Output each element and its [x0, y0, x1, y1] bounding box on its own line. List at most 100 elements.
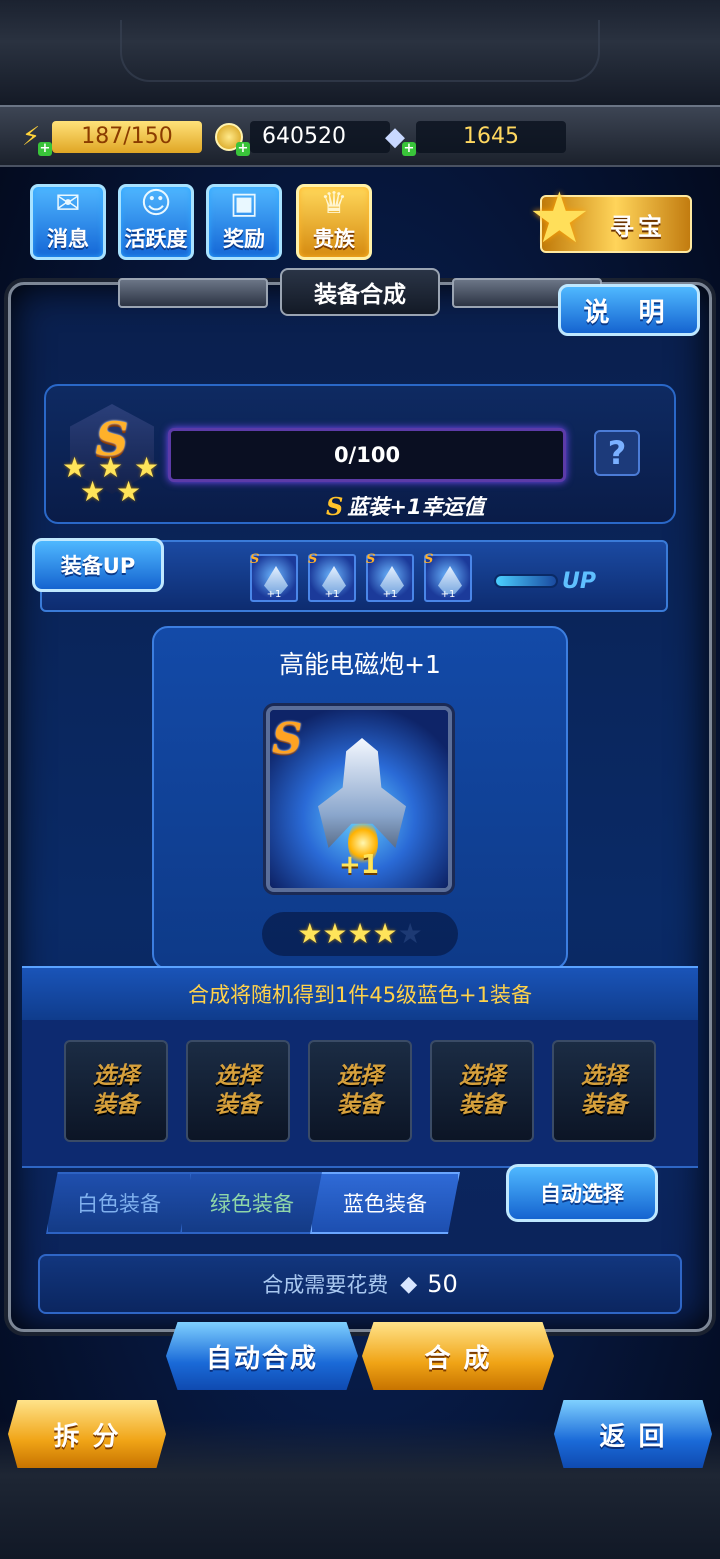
equip-slot[interactable]: 选择 装备 [552, 1040, 656, 1142]
plus-icon: + [236, 141, 250, 156]
equip-slot[interactable]: 选择 装备 [64, 1040, 168, 1142]
slot-label: 选择 [215, 1063, 261, 1089]
star-icon: ★ [347, 917, 373, 950]
equip-up-label: 装备UP [60, 554, 136, 578]
gem-value: 1645 [416, 121, 566, 153]
grade-stars: ★ ★ ★ ★ ★ [60, 452, 164, 508]
item-card[interactable]: S +1 [266, 706, 452, 892]
help-icon: ? [607, 434, 627, 472]
activity-label: 活跃度 [124, 227, 188, 251]
mail-icon: ✉ [55, 186, 81, 221]
activity-button[interactable]: ☺ 活跃度 [118, 184, 194, 260]
equip-up-item[interactable]: S +1 [250, 552, 298, 602]
cost-bar: 合成需要花费 ◆ 50 [38, 1254, 682, 1314]
rewards-label: 奖励 [223, 227, 265, 251]
luck-progress-text: 0/100 [333, 443, 401, 467]
luck-progress-bar: 0/100 [168, 428, 566, 482]
split-label: 拆 分 [53, 1421, 121, 1452]
slot-label: 选择 [93, 1063, 139, 1089]
slot-label: 装备 [581, 1092, 627, 1118]
title-wing-left [118, 278, 268, 308]
gem-resource[interactable]: ◆ + 1645 [378, 119, 566, 156]
star-icon: ★ [372, 917, 398, 950]
slot-label: 装备 [215, 1092, 261, 1118]
item-grade: S [250, 552, 260, 567]
item-plus: +1 [324, 589, 340, 600]
item-plus: +1 [382, 589, 398, 600]
equip-slot[interactable]: 选择 装备 [186, 1040, 290, 1142]
diamond-icon: ◆ + [385, 122, 416, 156]
item-plus: +1 [339, 850, 379, 880]
star-icon: ★ [528, 177, 591, 259]
vip-button[interactable]: ♛ 贵族 [296, 184, 372, 260]
equip-up-item[interactable]: S +1 [366, 552, 414, 602]
star-icon: ★ [80, 475, 106, 508]
item-plus: +1 [266, 589, 282, 600]
slot-label: 选择 [459, 1063, 505, 1089]
slot-label: 装备 [93, 1092, 139, 1118]
messages-label: 消息 [47, 227, 89, 251]
rewards-button[interactable]: ▣ 奖励 [206, 184, 282, 260]
energy-value: 187/150 [52, 121, 202, 153]
up-bar [494, 574, 558, 588]
slot-label: 装备 [459, 1092, 505, 1118]
star-icon: ★ [297, 917, 323, 950]
tab-white-equipment[interactable]: 白色装备 [46, 1172, 192, 1234]
coin-icon: + [212, 120, 250, 156]
back-label: 返 回 [599, 1421, 667, 1452]
equip-up-item[interactable]: S +1 [308, 552, 356, 602]
tab-green-equipment[interactable]: 绿色装备 [180, 1172, 324, 1234]
star-icon: ★ [116, 475, 142, 508]
equip-slot[interactable]: 选择 装备 [430, 1040, 534, 1142]
item-grade: S [424, 552, 434, 567]
split-button[interactable]: 拆 分 [8, 1400, 166, 1468]
merge-label: 合 成 [424, 1343, 492, 1374]
resource-bar: ⚡ + 187/150 + 640520 ◆ + 1645 [0, 105, 720, 167]
auto-select-label: 自动选择 [540, 1182, 624, 1206]
treasure-button[interactable]: ★ 寻宝 [528, 183, 692, 253]
up-indicator: UP [494, 568, 598, 594]
vip-label: 贵族 [313, 227, 355, 251]
star-empty-icon: ★ [397, 917, 423, 950]
energy-resource[interactable]: ⚡ + 187/150 [14, 119, 202, 156]
equip-up-button[interactable]: 装备UP [32, 538, 164, 592]
plus-icon: + [402, 141, 416, 156]
help-button[interactable]: ? [594, 430, 640, 476]
plus-icon: + [38, 141, 52, 156]
panel-title-text: 装备合成 [314, 282, 406, 308]
slot-label: 装备 [337, 1092, 383, 1118]
tab-label: 白色装备 [77, 1192, 161, 1216]
equip-up-item[interactable]: S +1 [424, 552, 472, 602]
coin-resource[interactable]: + 640520 [212, 119, 390, 156]
cost-label: 合成需要花费 [262, 1273, 389, 1297]
item-name: 高能电磁炮+1 [279, 650, 441, 679]
panel-title: 装备合成 [280, 268, 440, 316]
messages-button[interactable]: ✉ 消息 [30, 184, 106, 260]
item-plus: +1 [440, 589, 456, 600]
auto-merge-label: 自动合成 [205, 1343, 318, 1374]
merge-button[interactable]: 合 成 [362, 1322, 554, 1390]
item-grade: S [308, 552, 318, 567]
explain-button[interactable]: 说 明 [558, 284, 700, 336]
coin-value: 640520 [250, 121, 390, 153]
equipment-tabs: 白色装备 绿色装备 蓝色装备 [46, 1172, 460, 1234]
diamond-icon: ◆ [400, 1271, 418, 1297]
smile-icon: ☺ [140, 186, 172, 221]
auto-select-button[interactable]: 自动选择 [506, 1164, 658, 1222]
auto-merge-button[interactable]: 自动合成 [166, 1322, 358, 1390]
back-button[interactable]: 返 回 [554, 1400, 712, 1468]
luck-label: S 蓝装+1幸运值 [326, 490, 485, 522]
star-icon: ★ [322, 917, 348, 950]
lightning-icon: ⚡ + [21, 122, 52, 156]
equip-slot[interactable]: 选择 装备 [308, 1040, 412, 1142]
cost-value: 50 [427, 1270, 458, 1298]
top-frame-decoration [0, 0, 720, 105]
tab-blue-equipment[interactable]: 蓝色装备 [310, 1172, 460, 1234]
slot-label: 选择 [581, 1063, 627, 1089]
slot-label: 选择 [337, 1063, 383, 1089]
vip-icon: ♛ [320, 186, 348, 221]
tab-label: 绿色装备 [210, 1192, 294, 1216]
merge-description: 合成将随机得到1件45级蓝色+1装备 [22, 966, 698, 1020]
tab-label: 蓝色装备 [343, 1192, 427, 1216]
gift-icon: ▣ [229, 186, 259, 221]
